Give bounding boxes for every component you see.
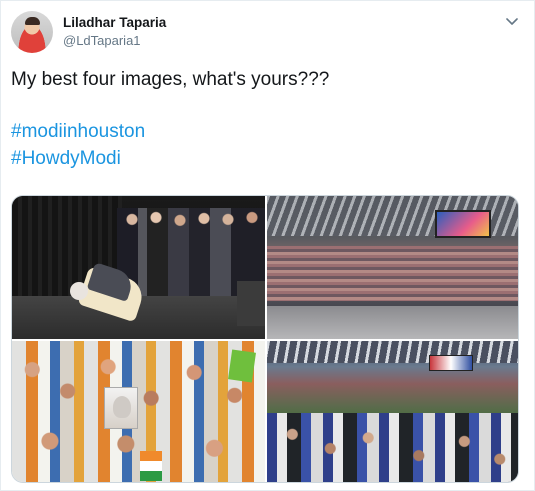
display-name[interactable]: Liladhar Taparia	[63, 15, 166, 30]
tweet-text: My best four images, what's yours???	[11, 69, 330, 90]
media-photo-1[interactable]	[12, 196, 265, 339]
chevron-down-icon[interactable]	[504, 13, 520, 29]
media-grid	[11, 195, 519, 483]
media-photo-3[interactable]	[12, 341, 265, 482]
hashtag-link[interactable]: #modiinhouston	[11, 119, 145, 145]
avatar[interactable]	[11, 11, 53, 53]
tweet-card: Liladhar Taparia @LdTaparia1 My best fou…	[0, 0, 535, 491]
media-photo-2[interactable]	[267, 196, 518, 339]
media-photo-4[interactable]	[267, 341, 518, 482]
user-handle[interactable]: @LdTaparia1	[63, 33, 141, 48]
hashtag-link[interactable]: #HowdyModi	[11, 146, 121, 172]
